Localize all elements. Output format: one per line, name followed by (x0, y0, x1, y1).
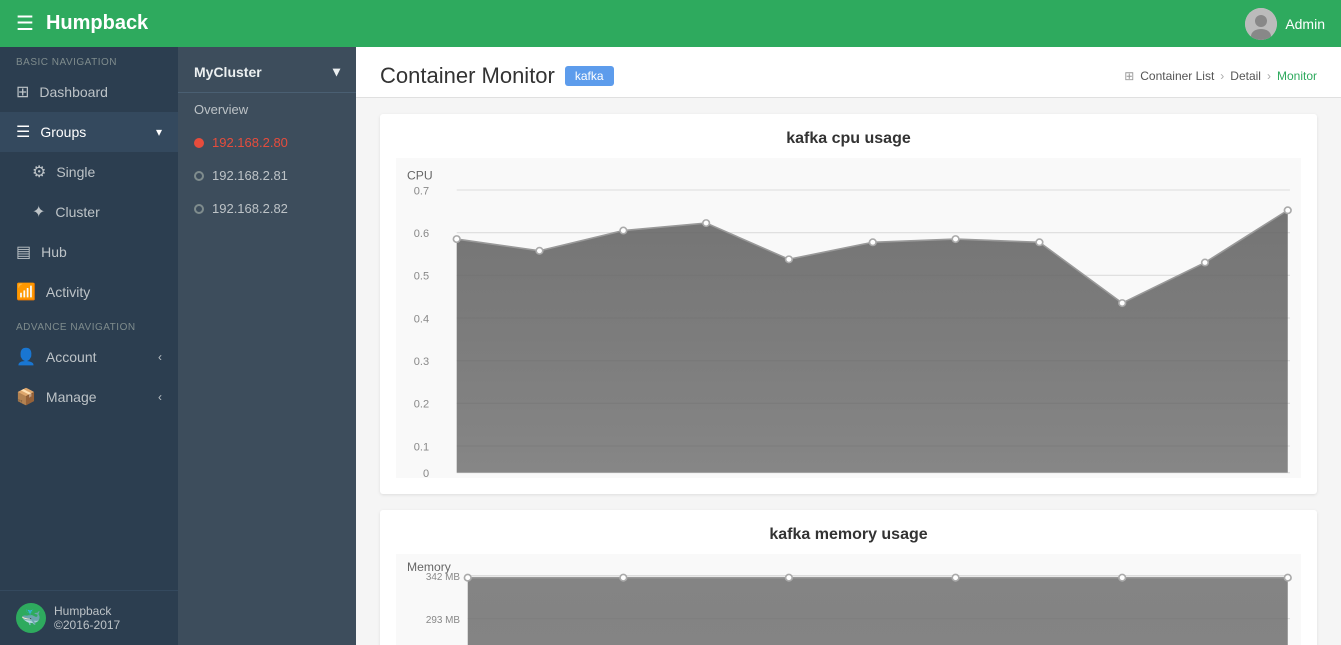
sub-sidebar-overview[interactable]: Overview (178, 93, 356, 126)
breadcrumb-detail[interactable]: Detail (1230, 69, 1261, 83)
sidebar-item-label: Activity (46, 284, 90, 300)
sidebar-item-cluster[interactable]: ✦ Cluster (0, 192, 178, 232)
sidebar-item-hub[interactable]: ▤ Hub (0, 232, 178, 272)
sidebar-footer: 🐳 Humpback ©2016-2017 (0, 590, 178, 645)
sidebar-item-single[interactable]: ⚙ Single (0, 152, 178, 192)
breadcrumb: ⊞ Container List › Detail › Monitor (1124, 69, 1317, 83)
avatar (1245, 8, 1277, 40)
sub-sidebar-ip3[interactable]: 192.168.2.82 (178, 192, 356, 225)
topbar-right: Admin (1245, 8, 1325, 40)
basic-nav-label: BASIC NAVIGATION (0, 47, 178, 72)
app-title: Humpback (46, 12, 148, 35)
cpu-chart-block: kafka cpu usage CPU 0.7 0.6 (380, 114, 1317, 494)
cluster-icon: ✦ (32, 202, 45, 222)
chevron-down-icon: ▾ (156, 125, 162, 139)
svg-text:0.4: 0.4 (414, 313, 429, 325)
sidebar-item-label: Dashboard (39, 84, 108, 100)
memory-chart-title: kafka memory usage (396, 526, 1301, 544)
overview-label: Overview (194, 102, 248, 117)
topbar: ☰ Humpback Admin (0, 0, 1341, 47)
sub-sidebar: MyCluster ▾ Overview 192.168.2.80 192.16… (178, 47, 356, 645)
sidebar-item-activity[interactable]: 📶 Activity (0, 272, 178, 312)
sidebar-item-label: Account (46, 349, 97, 365)
footer-copyright: ©2016-2017 (54, 618, 120, 632)
chevron-down-icon: ▾ (333, 63, 340, 80)
sidebar-item-label: Single (56, 164, 95, 180)
status-dot (194, 171, 204, 181)
account-icon: 👤 (16, 347, 36, 367)
sidebar-item-label: Manage (46, 389, 97, 405)
sidebar-item-account[interactable]: 👤 Account ‹ (0, 337, 178, 377)
sidebar-item-label: Hub (41, 244, 67, 260)
main-layout: BASIC NAVIGATION ⊞ Dashboard ☰ Groups ▾ … (0, 47, 1341, 645)
svg-text:0.1: 0.1 (414, 441, 429, 453)
sub-sidebar-ip2[interactable]: 192.168.2.81 (178, 159, 356, 192)
memory-chart-block: kafka memory usage Memory 342 MB 293 MB … (380, 510, 1317, 645)
cpu-chart-container: CPU 0.7 0.6 0.5 0.4 0.3 (396, 158, 1301, 478)
content-area: Container Monitor kafka ⊞ Container List… (356, 47, 1341, 645)
ip2-label: 192.168.2.81 (212, 168, 288, 183)
svg-text:293 MB: 293 MB (426, 615, 461, 626)
page-title: Container Monitor (380, 63, 555, 89)
content-header: Container Monitor kafka ⊞ Container List… (356, 47, 1341, 98)
svg-text:0.6: 0.6 (414, 228, 429, 240)
cpu-chart-title: kafka cpu usage (396, 130, 1301, 148)
manage-icon: 📦 (16, 387, 36, 407)
chevron-left-icon: ‹ (158, 350, 162, 364)
status-dot-active (194, 138, 204, 148)
footer-logo: 🐳 (16, 603, 46, 633)
hamburger-icon[interactable]: ☰ (16, 11, 34, 36)
dashboard-icon: ⊞ (16, 82, 29, 102)
svg-text:0.2: 0.2 (414, 399, 429, 411)
admin-label: Admin (1285, 16, 1325, 32)
svg-text:CPU: CPU (407, 169, 433, 183)
ip1-label: 192.168.2.80 (212, 135, 288, 150)
sidebar-item-manage[interactable]: 📦 Manage ‹ (0, 377, 178, 417)
sidebar-item-label: Cluster (55, 204, 99, 220)
svg-text:0: 0 (423, 468, 429, 478)
ip3-label: 192.168.2.82 (212, 201, 288, 216)
cluster-name: MyCluster (194, 64, 262, 80)
footer-name: Humpback (54, 604, 120, 618)
svg-text:342 MB: 342 MB (426, 572, 461, 583)
charts-area: kafka cpu usage CPU 0.7 0.6 (356, 98, 1341, 645)
sidebar-item-groups[interactable]: ☰ Groups ▾ (0, 112, 178, 152)
activity-icon: 📶 (16, 282, 36, 302)
svg-text:0.5: 0.5 (414, 271, 429, 283)
sub-sidebar-header[interactable]: MyCluster ▾ (178, 51, 356, 93)
sub-sidebar-ip1[interactable]: 192.168.2.80 (178, 126, 356, 159)
hub-icon: ▤ (16, 242, 31, 262)
svg-text:0.7: 0.7 (414, 185, 429, 197)
svg-text:0.3: 0.3 (414, 356, 429, 368)
breadcrumb-sep1: › (1220, 69, 1224, 83)
chevron-left-icon: ‹ (158, 390, 162, 404)
memory-chart-container: Memory 342 MB 293 MB 244 MB (396, 554, 1301, 645)
advance-nav-label: ADVANCE NAVIGATION (0, 312, 178, 337)
kafka-badge: kafka (565, 66, 614, 86)
sidebar: BASIC NAVIGATION ⊞ Dashboard ☰ Groups ▾ … (0, 47, 178, 645)
sidebar-item-dashboard[interactable]: ⊞ Dashboard (0, 72, 178, 112)
groups-icon: ☰ (16, 122, 30, 142)
single-icon: ⚙ (32, 162, 46, 182)
status-dot (194, 204, 204, 214)
grid-icon: ⊞ (1124, 69, 1134, 83)
breadcrumb-container-list[interactable]: Container List (1140, 69, 1214, 83)
breadcrumb-monitor: Monitor (1277, 69, 1317, 83)
sidebar-item-label: Groups (40, 124, 86, 140)
breadcrumb-sep2: › (1267, 69, 1271, 83)
